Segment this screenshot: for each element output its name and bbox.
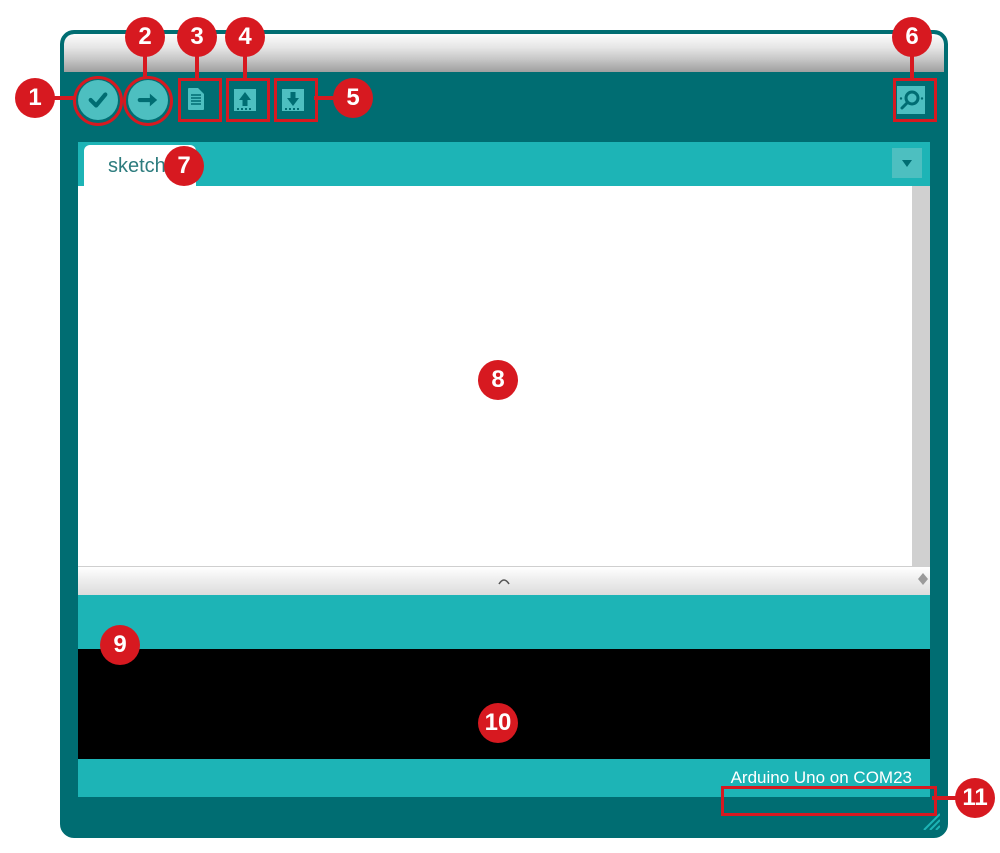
upload-button[interactable]	[128, 80, 168, 120]
checkmark-icon	[87, 89, 109, 111]
window-titlebar[interactable]	[64, 34, 944, 72]
tab-label: sketch	[108, 155, 166, 177]
status-bar	[78, 595, 930, 649]
tab-bar: sketch	[78, 142, 930, 186]
code-editor[interactable]	[78, 186, 912, 566]
tab-sketch[interactable]: sketch	[84, 145, 196, 186]
open-sketch-button[interactable]	[226, 81, 264, 119]
editor-scroll-wrap	[78, 186, 930, 566]
callout-1: 1	[15, 78, 55, 118]
arrow-up-icon	[229, 84, 261, 116]
callout-11: 11	[955, 778, 995, 818]
resize-grip-icon[interactable]	[920, 810, 940, 830]
verify-button[interactable]	[78, 80, 118, 120]
console-output[interactable]	[78, 649, 930, 759]
save-sketch-button[interactable]	[274, 81, 312, 119]
tab-menu-button[interactable]	[892, 148, 922, 178]
file-icon	[181, 84, 213, 116]
new-sketch-button[interactable]	[178, 81, 216, 119]
ide-window: sketch	[60, 30, 948, 838]
triangle-down-icon	[900, 156, 914, 170]
toolbar	[64, 72, 944, 128]
arrow-down-icon	[277, 84, 309, 116]
bottom-bar: Arduino Uno on COM23	[78, 759, 930, 797]
magnifier-icon	[895, 84, 927, 116]
split-toggle-icon	[918, 573, 928, 585]
serial-monitor-button[interactable]	[892, 81, 930, 119]
horizontal-scrollbar[interactable]	[78, 566, 930, 595]
arrow-right-icon	[137, 89, 159, 111]
scroll-grip-icon	[497, 576, 511, 586]
board-port-label: Arduino Uno on COM23	[731, 768, 912, 788]
